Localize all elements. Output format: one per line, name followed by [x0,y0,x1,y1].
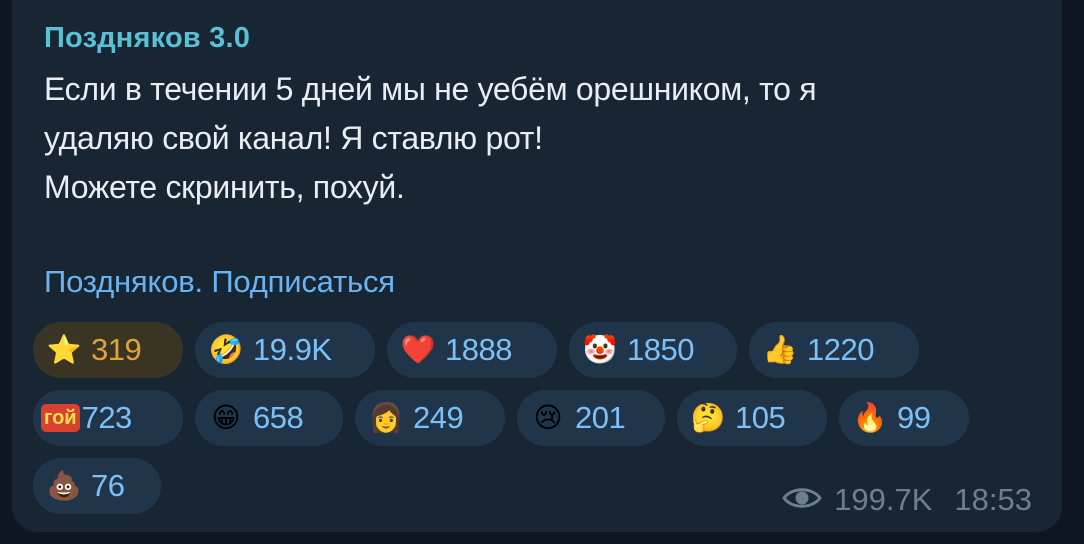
reaction-count: 1888 [445,332,512,367]
reaction-count: 249 [413,400,464,435]
reaction-count: 105 [735,400,786,435]
reaction-clown[interactable]: 🤡 1850 [569,322,737,378]
reaction-count: 319 [91,332,142,367]
channel-name[interactable]: Поздняков 3.0 [44,22,250,55]
custom-face-emoji-icon: 👩 [368,402,404,433]
eye-icon [782,482,823,518]
fire-icon: 🔥 [852,402,888,433]
goi-custom-emoji-icon: гой [41,404,80,432]
clown-face-icon: 🤡 [582,334,618,365]
reaction-count: 19.9K [253,332,332,367]
reaction-rofl[interactable]: 🤣 19.9K [195,322,375,378]
rofl-face-icon: 🤣 [208,334,244,365]
reaction-thinking[interactable]: 🤔 105 [677,390,827,446]
thumbs-up-icon: 👍 [762,334,798,365]
reaction-count: 723 [81,400,133,435]
reaction-custom-face[interactable]: 👩 249 [355,390,505,446]
message-text-line-2: удаляю свой канал! Я ставлю рот! [44,120,543,156]
thinking-face-icon: 🤔 [690,402,726,433]
message-text-line-3: Можете скринить, похуй. [44,169,405,205]
message-text-line-1: Если в течении 5 дней мы не уебём орешни… [44,71,817,107]
reaction-grin[interactable]: 😁 658 [195,390,343,446]
reaction-heart[interactable]: ❤️ 1888 [387,322,557,378]
reaction-star[interactable]: ⭐ 319 [33,322,183,378]
reaction-thumbs-up[interactable]: 👍 1220 [749,322,919,378]
reaction-crying[interactable]: 😢 201 [517,390,665,446]
reaction-count: 1850 [627,332,694,367]
star-icon: ⭐ [46,334,82,365]
crying-face-icon: 😢 [533,402,563,433]
red-heart-icon: ❤️ [400,334,436,365]
reaction-count: 201 [575,400,626,435]
grinning-face-icon: 😁 [211,402,241,433]
subscribe-link[interactable]: Поздняков. Подписаться [44,264,395,300]
reaction-count: 658 [253,400,304,435]
reaction-count: 76 [91,468,125,503]
view-count: 199.7K [834,482,933,517]
reaction-count: 99 [897,400,931,435]
message-time: 18:53 [954,482,1032,517]
reaction-goi[interactable]: гой 723 [33,390,183,446]
poo-icon: 💩 [46,470,82,501]
message-meta: 199.7K 18:53 [782,482,1032,518]
reaction-fire[interactable]: 🔥 99 [839,390,969,446]
reaction-count: 1220 [807,332,874,367]
reaction-poo[interactable]: 💩 76 [33,458,161,514]
chat-view: Поздняков 3.0 Если в течении 5 дней мы н… [0,0,1084,544]
